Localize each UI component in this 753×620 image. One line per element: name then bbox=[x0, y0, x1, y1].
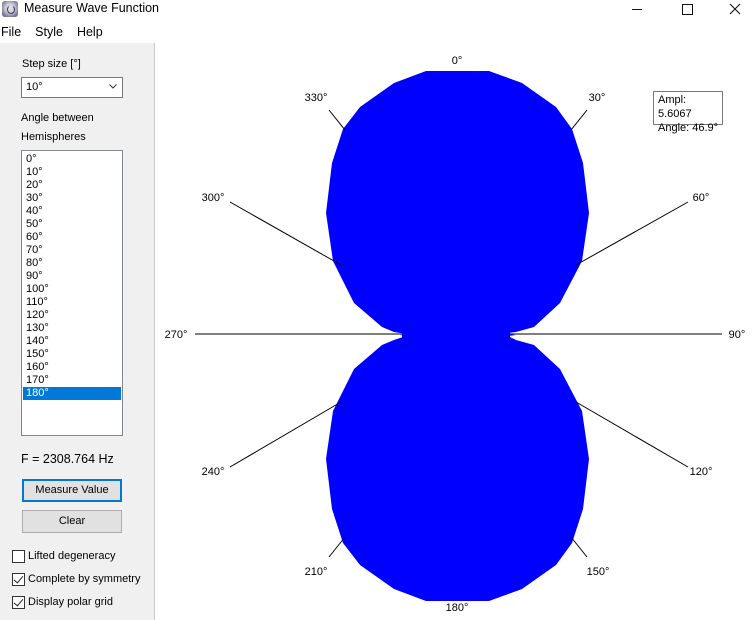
grid-line-240 bbox=[229, 401, 342, 468]
title-bar: Measure Wave Function bbox=[0, 0, 753, 18]
list-item[interactable]: 30° bbox=[23, 192, 121, 205]
menu-file[interactable]: File bbox=[0, 22, 28, 42]
tooltip-angle: Angle: 46.9° bbox=[658, 122, 719, 134]
grid-line-210 bbox=[328, 536, 346, 558]
angle-label-180: 180° bbox=[446, 602, 469, 614]
grid-line-30 bbox=[570, 109, 588, 131]
list-item[interactable]: 60° bbox=[23, 231, 121, 244]
list-item[interactable]: 100° bbox=[23, 283, 121, 296]
list-item[interactable]: 170° bbox=[23, 374, 121, 387]
polar-plot[interactable]: 0° 30° 60° 90° 120° 150° 180° 210° 240° … bbox=[156, 43, 753, 620]
angle-label-90: 90° bbox=[729, 329, 746, 341]
angle-label-60: 60° bbox=[693, 192, 710, 204]
list-item[interactable]: 90° bbox=[23, 270, 121, 283]
list-item[interactable]: 140° bbox=[23, 335, 121, 348]
list-item[interactable]: 40° bbox=[23, 205, 121, 218]
list-item[interactable]: 150° bbox=[23, 348, 121, 361]
menu-help[interactable]: Help bbox=[75, 22, 110, 42]
angle-label-330: 330° bbox=[305, 92, 328, 104]
complete-by-symmetry-row[interactable]: Complete by symmetry bbox=[12, 571, 140, 587]
list-item[interactable]: 180° bbox=[23, 387, 121, 400]
angle-label-line2: Hemispheres bbox=[21, 131, 86, 143]
clear-button[interactable]: Clear bbox=[22, 510, 122, 533]
angle-label-120: 120° bbox=[690, 466, 713, 478]
list-item[interactable]: 80° bbox=[23, 257, 121, 270]
list-item[interactable]: 120° bbox=[23, 309, 121, 322]
lifted-degeneracy-label: Lifted degeneracy bbox=[28, 550, 116, 562]
grid-line-330 bbox=[328, 109, 346, 131]
minimize-button[interactable] bbox=[614, 0, 660, 18]
angle-label-210: 210° bbox=[305, 566, 328, 578]
grid-line-300 bbox=[229, 201, 342, 266]
chevron-down-icon bbox=[109, 84, 117, 89]
complete-by-symmetry-label: Complete by symmetry bbox=[28, 573, 141, 585]
measure-value-button[interactable]: Measure Value bbox=[22, 479, 122, 502]
angle-label-240: 240° bbox=[202, 466, 225, 478]
angle-label-300: 300° bbox=[202, 192, 225, 204]
list-item[interactable]: 160° bbox=[23, 361, 121, 374]
angle-label-line1: Angle between bbox=[21, 112, 94, 124]
list-item[interactable]: 20° bbox=[23, 179, 121, 192]
display-polar-grid-row[interactable]: Display polar grid bbox=[12, 594, 113, 610]
display-polar-grid-label: Display polar grid bbox=[28, 596, 113, 608]
upper-lobe bbox=[326, 71, 589, 335]
list-item[interactable]: 10° bbox=[23, 166, 121, 179]
lifted-degeneracy-row[interactable]: Lifted degeneracy bbox=[12, 548, 115, 564]
step-size-label: Step size [°] bbox=[22, 58, 81, 70]
angle-label-150: 150° bbox=[587, 566, 610, 578]
waist bbox=[402, 330, 510, 338]
list-item[interactable]: 0° bbox=[23, 153, 121, 166]
app-icon[interactable] bbox=[2, 1, 18, 17]
close-button[interactable] bbox=[712, 0, 753, 18]
close-icon bbox=[729, 3, 741, 15]
step-size-value: 10° bbox=[26, 81, 43, 93]
grid-line-60 bbox=[575, 201, 689, 266]
list-item[interactable]: 50° bbox=[23, 218, 121, 231]
display-polar-grid-checkbox[interactable] bbox=[12, 595, 25, 609]
step-size-select[interactable]: 10° bbox=[21, 77, 123, 98]
grid-line-120 bbox=[575, 401, 689, 468]
frequency-readout: F = 2308.764 Hz bbox=[21, 452, 114, 466]
grid-line-150 bbox=[570, 536, 588, 558]
value-tooltip: Ampl: 5.6067 Angle: 46.9° bbox=[653, 91, 723, 134]
tooltip-amplitude: Ampl: 5.6067 bbox=[658, 94, 692, 120]
complete-by-symmetry-checkbox[interactable] bbox=[12, 572, 25, 586]
window-title: Measure Wave Function bbox=[24, 1, 160, 15]
angle-label-0: 0° bbox=[452, 55, 463, 67]
list-item[interactable]: 110° bbox=[23, 296, 121, 309]
angle-listbox[interactable]: 0° 10° 20° 30° 40° 50° 60° 70° 80° 90° 100° 110° 120… bbox=[21, 150, 123, 436]
maximize-button[interactable] bbox=[664, 0, 710, 18]
angle-label-270: 270° bbox=[165, 329, 188, 341]
lifted-degeneracy-checkbox[interactable] bbox=[12, 549, 25, 563]
menu-bar: File Style Help bbox=[0, 22, 753, 42]
list-item[interactable]: 70° bbox=[23, 244, 121, 257]
lower-lobe bbox=[326, 335, 589, 601]
menu-style[interactable]: Style bbox=[33, 22, 70, 42]
angle-label-30: 30° bbox=[589, 92, 606, 104]
list-item[interactable]: 130° bbox=[23, 322, 121, 335]
